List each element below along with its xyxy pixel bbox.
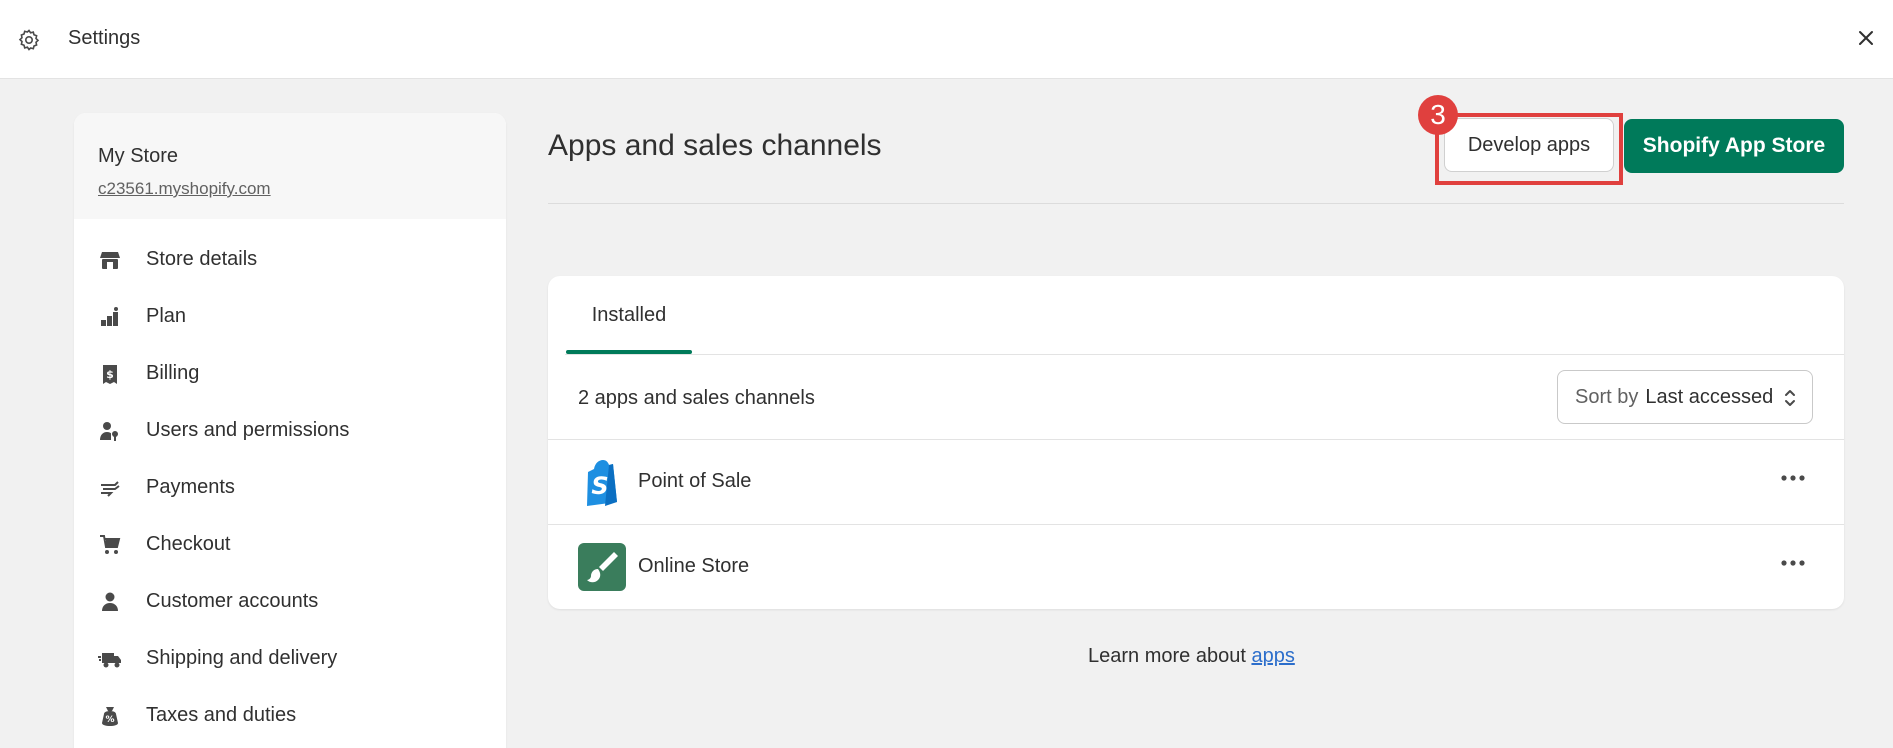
sidebar-item-billing[interactable]: $ Billing: [74, 345, 506, 402]
step-badge: 3: [1418, 95, 1458, 135]
learn-more-prefix: Learn more about: [1088, 645, 1246, 667]
sidebar-item-customer-accounts[interactable]: Customer accounts: [74, 573, 506, 630]
store-info: My Store c23561.myshopify.com: [74, 113, 506, 219]
develop-apps-button[interactable]: Develop apps: [1444, 118, 1614, 172]
sidebar-item-users-and-permissions[interactable]: Users and permissions: [74, 402, 506, 459]
page-title: Apps and sales channels: [548, 129, 882, 162]
shopify-app-store-button[interactable]: Shopify App Store: [1624, 119, 1844, 173]
tab-installed[interactable]: Installed: [565, 276, 693, 355]
sidebar-item-label: Payments: [146, 476, 235, 498]
apps-link[interactable]: apps: [1251, 645, 1294, 667]
settings-header: Settings: [0, 0, 1893, 79]
settings-sidebar: My Store c23561.myshopify.com Store deta…: [74, 113, 506, 748]
store-domain-link[interactable]: c23561.myshopify.com: [98, 179, 271, 199]
sidebar-item-label: Checkout: [146, 533, 231, 555]
receipt-icon: $: [98, 362, 122, 386]
sidebar-item-plan[interactable]: Plan: [74, 288, 506, 345]
user-key-icon: [98, 419, 122, 443]
sidebar-item-label: Taxes and duties: [146, 704, 297, 726]
sort-value: Last accessed: [1645, 385, 1774, 408]
person-icon: [98, 590, 122, 614]
sidebar-item-checkout[interactable]: Checkout: [74, 516, 506, 573]
close-icon[interactable]: [1854, 26, 1878, 50]
header-divider: [548, 203, 1844, 204]
store-name: My Store: [98, 145, 179, 167]
sidebar-item-taxes-and-duties[interactable]: % Taxes and duties: [74, 687, 506, 744]
sidebar-item-label: Customer accounts: [146, 590, 319, 612]
sidebar-item-label: Billing: [146, 362, 200, 384]
sidebar-item-store-details[interactable]: Store details: [74, 231, 506, 288]
apps-card: Installed 2 apps and sales channels Sort…: [548, 276, 1844, 609]
sort-select[interactable]: Sort by Last accessed: [1557, 370, 1813, 424]
tax-bag-icon: %: [98, 704, 122, 728]
app-row-online-store[interactable]: Online Store: [548, 525, 1844, 609]
sidebar-item-label: Shipping and delivery: [146, 647, 338, 669]
sort-prefix: Sort by: [1575, 385, 1639, 408]
svg-text:S: S: [591, 472, 608, 500]
sidebar-item-label: Store details: [146, 248, 258, 270]
sidebar-item-label: Plan: [146, 305, 187, 327]
more-options-icon[interactable]: [1778, 551, 1808, 575]
sidebar-item-shipping-and-delivery[interactable]: Shipping and delivery: [74, 630, 506, 687]
app-name: Point of Sale: [638, 470, 752, 492]
tab-divider: [565, 354, 1844, 355]
paintbrush-icon: [578, 543, 626, 591]
svg-text:%: %: [105, 715, 114, 725]
select-chevron-icon: [1785, 390, 1795, 406]
plan-icon: [98, 305, 122, 329]
apps-count: 2 apps and sales channels: [578, 387, 815, 409]
page-header-title: Settings: [68, 27, 141, 49]
shopify-bag-icon: S: [587, 460, 617, 506]
learn-more-text: Learn more about apps: [1088, 645, 1295, 668]
store-icon: [98, 248, 122, 272]
truck-icon: [98, 647, 122, 671]
svg-text:$: $: [106, 368, 114, 381]
more-options-icon[interactable]: [1778, 466, 1808, 490]
app-row-point-of-sale[interactable]: S Point of Sale: [548, 440, 1844, 525]
hand-money-icon: [98, 476, 122, 500]
gear-icon: [18, 29, 40, 51]
sidebar-item-payments[interactable]: Payments: [74, 459, 506, 516]
sidebar-item-label: Users and permissions: [146, 419, 350, 441]
app-name: Online Store: [638, 555, 750, 577]
settings-nav: Store details Plan $ Billing Users and p…: [74, 219, 506, 744]
cart-icon: [98, 533, 122, 557]
